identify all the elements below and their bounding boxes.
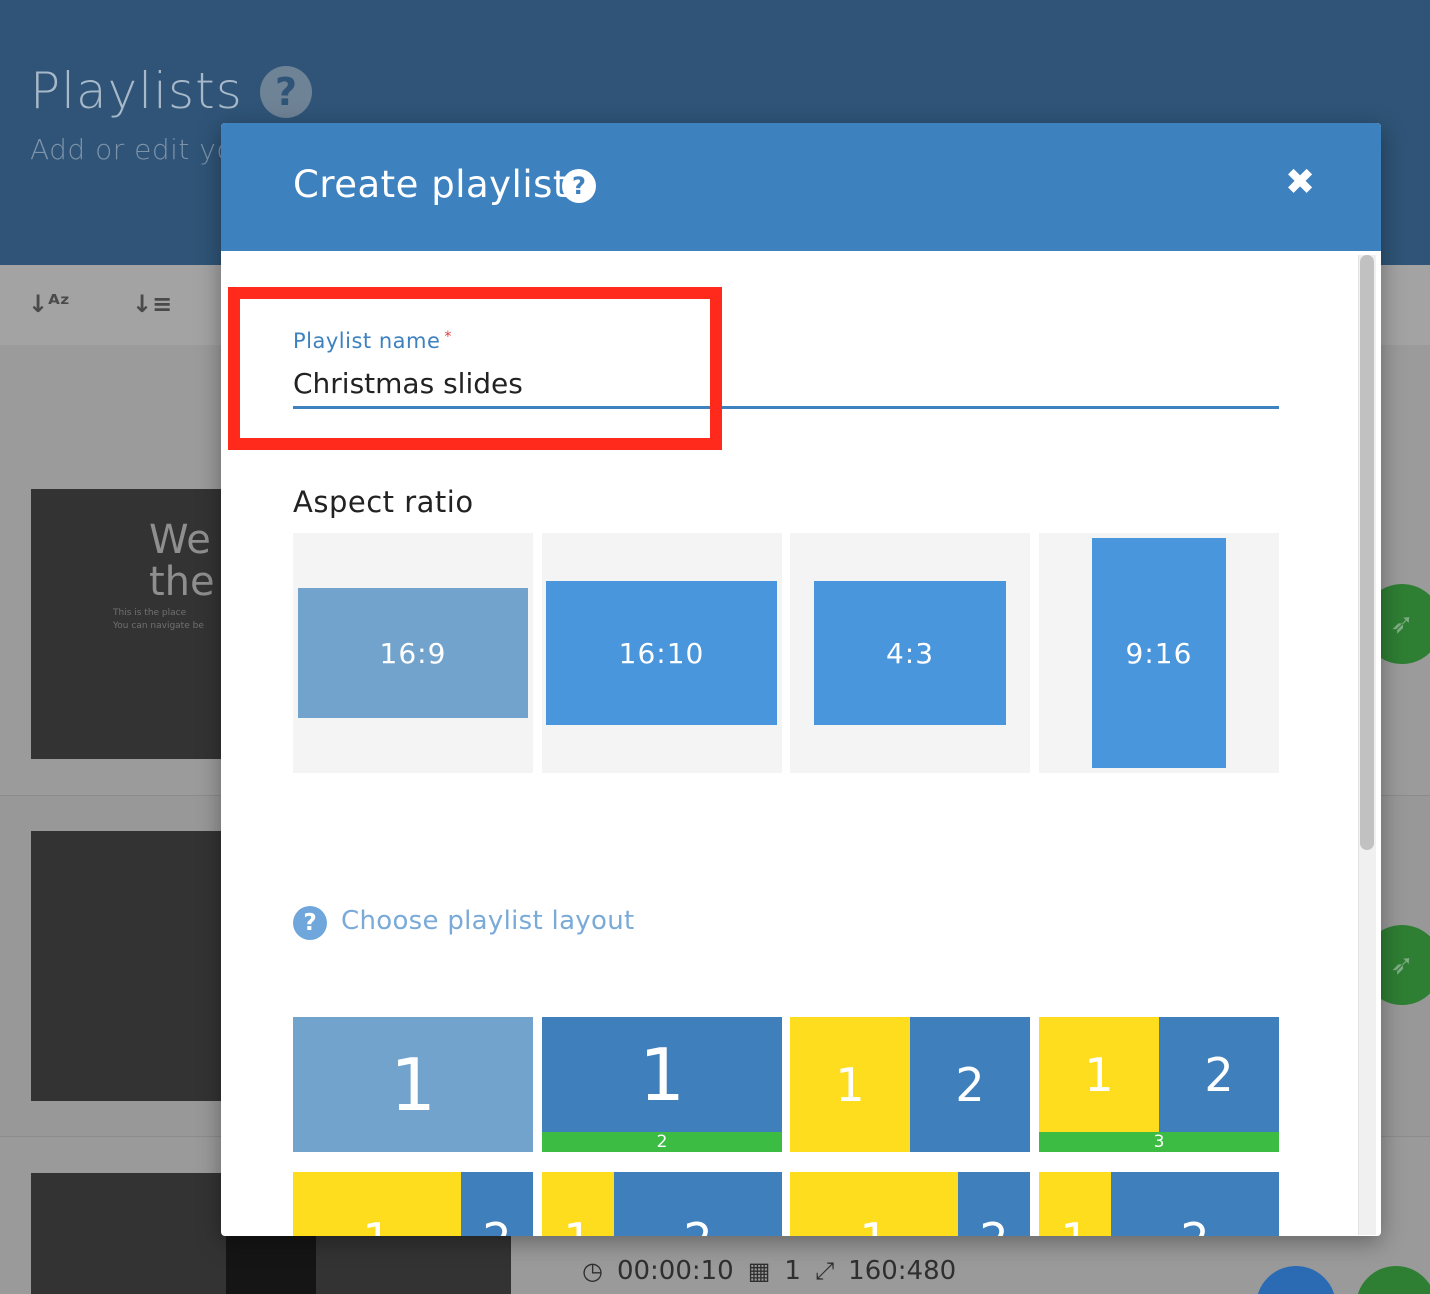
layout-zone: 1 [390,1042,436,1127]
modal-title: Create playlist [293,163,568,206]
layout-option[interactable]: 1 [293,1017,533,1152]
page-subtitle: Add or edit yo [30,133,235,166]
layout-zone: 1 [293,1172,461,1236]
choose-layout-link[interactable]: Choose playlist layout [341,906,634,936]
zones-value: 1 [784,1256,801,1286]
layout-zone: 1 [542,1017,782,1132]
aspect-ratio-16-10[interactable]: 16:10 [542,533,782,773]
thumbnail-slide [226,1230,316,1294]
ratio-preview: 16:9 [298,588,528,718]
duration-value: 00:00:10 [616,1256,734,1286]
aspect-ratio-4-3[interactable]: 4:3 [790,533,1030,773]
aspect-ratio-title: Aspect ratio [293,485,474,519]
ratio-preview: 9:16 [1092,538,1226,768]
aspect-ratio-9-16[interactable]: 9:16 [1039,533,1279,773]
aspect-ratio-16-9[interactable]: 16:9 [293,533,533,773]
layout-option[interactable]: 1 2 [293,1172,533,1236]
help-icon[interactable]: ? [293,906,327,940]
layout-zone: 2 [461,1172,533,1236]
thumbnail-text: This is the place You can navigate be [113,608,204,631]
layout-zone: 1 [542,1172,614,1236]
ratio-preview: 4:3 [814,581,1006,725]
ratio-preview: 16:10 [546,581,777,725]
layout-option[interactable]: 1 2 3 [1039,1017,1279,1152]
page-title: Playlists [30,62,243,120]
layout-zone: 2 [958,1172,1030,1236]
layout-zone: 1 [790,1017,910,1152]
sort-amount-icon[interactable]: ↓≡ [132,290,172,318]
layout-zone: 3 [1039,1132,1279,1152]
layout-option[interactable]: 1 2 [790,1172,1030,1236]
expand-icon: ⤢ [814,1257,835,1285]
layout-zone: 1 [1039,1172,1111,1236]
modal-header: Create playlist ? ✖ [221,123,1381,251]
close-icon[interactable]: ✖ [1285,165,1315,201]
layout-zone: 1 [1039,1017,1159,1132]
layout-zone: 2 [542,1132,782,1152]
layout-zone: 2 [614,1172,782,1236]
layout-option[interactable]: 1 2 [542,1017,782,1152]
highlight-box [228,287,722,450]
scrollbar-thumb[interactable] [1360,255,1374,850]
layout-zone: 2 [910,1017,1030,1152]
sort-alpha-icon[interactable]: ↓ᴬᶻ [28,290,70,318]
grid-icon: ▦ [747,1257,771,1285]
layout-zone: 2 [1111,1172,1279,1236]
clock-icon: ◷ [582,1257,603,1285]
layout-zone: 1 [790,1172,958,1236]
thumbnail-title: We the [149,517,215,605]
layout-option[interactable]: 1 2 [1039,1172,1279,1236]
layout-option[interactable]: 1 2 [790,1017,1030,1152]
resolution-value: 160:480 [848,1256,957,1286]
layout-zone: 2 [1159,1017,1279,1132]
help-icon[interactable]: ? [260,66,312,118]
playlist-meta: ◷ 00:00:10 ▦ 1 ⤢ 160:480 [582,1256,956,1286]
help-icon[interactable]: ? [562,169,596,203]
layout-option[interactable]: 1 2 [542,1172,782,1236]
